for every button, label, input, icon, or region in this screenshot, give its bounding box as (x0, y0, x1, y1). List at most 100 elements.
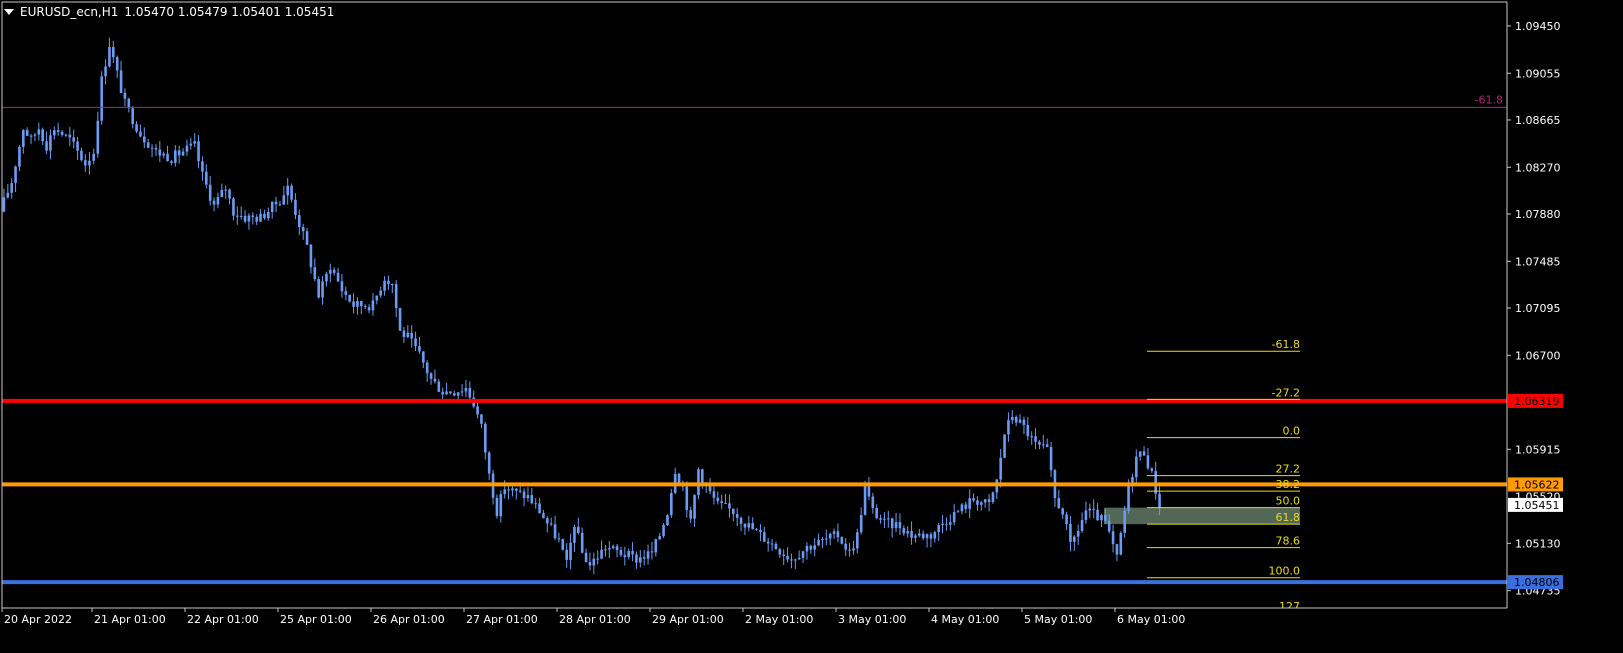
fibonacci-retracement[interactable]: -61.8-27.20.027.238.250.061.878.6100.012… (1147, 338, 1300, 613)
candle (836, 523, 840, 543)
candle (64, 133, 68, 138)
time-tick-label: 4 May 01:00 (931, 613, 999, 626)
candle (623, 546, 627, 566)
candle (274, 196, 278, 213)
candle (608, 541, 611, 559)
candle (941, 514, 944, 534)
time-tick-label: 3 May 01:00 (838, 613, 906, 626)
candle (654, 538, 658, 557)
candle (670, 488, 673, 518)
candle (1069, 515, 1072, 552)
candle (150, 144, 154, 158)
candle (14, 165, 17, 193)
candle (604, 544, 607, 557)
candle (491, 469, 495, 505)
candle (429, 372, 433, 385)
candle (212, 197, 216, 212)
candle (805, 542, 809, 560)
candle (108, 37, 111, 68)
candle (1146, 447, 1150, 471)
candle (480, 413, 483, 429)
candle (367, 304, 371, 314)
candle (143, 127, 146, 148)
candle (387, 275, 390, 290)
candle (294, 193, 297, 220)
candle (1053, 468, 1057, 507)
price-tick-label: 1.07880 (1515, 208, 1561, 221)
candle (1030, 431, 1033, 445)
price-tick-label: 1.08270 (1515, 161, 1561, 174)
candle (999, 449, 1002, 488)
candle (918, 528, 921, 538)
candle (375, 295, 379, 305)
candle (247, 213, 251, 230)
candle (949, 514, 952, 531)
time-tick-label: 27 Apr 01:00 (466, 613, 538, 626)
candle (329, 263, 332, 283)
fib-level-label: -61.8 (1272, 338, 1300, 351)
candle (631, 542, 634, 562)
time-tick-label: 21 Apr 01:00 (94, 613, 166, 626)
candle (205, 164, 208, 189)
candle (422, 351, 425, 369)
candle (596, 550, 599, 565)
candle (60, 129, 64, 137)
candle (259, 208, 262, 222)
candle (1150, 467, 1154, 474)
candle (1111, 524, 1115, 553)
candle (813, 538, 816, 557)
candle (1073, 535, 1076, 551)
candle (33, 132, 37, 141)
candle (1034, 428, 1037, 450)
magenta-line-label: -61.8 (1475, 93, 1503, 106)
candle (10, 178, 13, 199)
candle (193, 133, 196, 148)
candle (635, 551, 638, 569)
candle (371, 293, 375, 316)
candle (910, 521, 913, 545)
candle (557, 532, 561, 543)
candle (906, 526, 909, 538)
candle (72, 129, 75, 149)
candle (437, 378, 441, 392)
candle (542, 510, 545, 519)
candle (1115, 543, 1119, 562)
candle (856, 528, 859, 554)
candle (1026, 417, 1030, 441)
price-tick-label: 1.09055 (1515, 67, 1561, 80)
candle (747, 515, 751, 532)
dropdown-triangle-icon[interactable] (4, 9, 14, 15)
time-tick-label: 26 Apr 01:00 (373, 613, 445, 626)
candle (778, 547, 782, 558)
candle (170, 159, 173, 166)
candle (76, 136, 79, 161)
fib-level-label: 78.6 (1276, 535, 1301, 548)
candle (573, 524, 576, 552)
candle (174, 145, 177, 167)
candle (511, 484, 514, 497)
price-chart[interactable]: -61.8 -61.8-27.20.027.238.250.061.878.61… (0, 0, 1623, 653)
candle (662, 523, 665, 538)
candle (809, 544, 813, 554)
candle (406, 325, 410, 339)
candle (1088, 503, 1092, 519)
candle (983, 498, 987, 508)
fib-level-label: 38.2 (1276, 478, 1301, 491)
candlestick-series (2, 37, 1161, 575)
candle (255, 214, 258, 226)
candle (476, 402, 479, 419)
fib-level-label: 27.2 (1276, 463, 1301, 476)
candle (960, 502, 964, 515)
candle (976, 496, 979, 511)
candle (565, 543, 568, 568)
time-tick-label: 20 Apr 2022 (4, 613, 72, 626)
candle (720, 494, 723, 510)
candle (1100, 513, 1103, 528)
candle (348, 294, 351, 303)
candle (201, 156, 204, 181)
candle (278, 200, 282, 207)
time-tick-label: 5 May 01:00 (1024, 613, 1092, 626)
candle (1119, 531, 1123, 556)
candle (290, 183, 293, 203)
candle (25, 127, 29, 137)
